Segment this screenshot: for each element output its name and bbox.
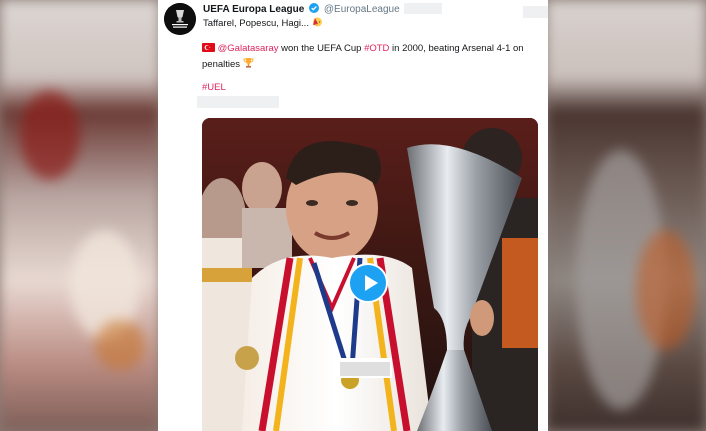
tweet-header: UEFA Europa League @EuropaLeague [203, 3, 443, 16]
subtitle-text: Taffarel, Popescu, Hagi... [203, 18, 309, 29]
hashtag-otd-link[interactable]: #OTD [364, 43, 389, 54]
redacted-area [523, 6, 548, 18]
turkey-flag-icon [202, 43, 215, 57]
account-name[interactable]: UEFA Europa League [203, 4, 304, 15]
verified-badge-icon [309, 3, 320, 13]
party-face-icon [312, 16, 323, 30]
europa-league-logo-icon [164, 3, 196, 35]
avatar[interactable] [164, 3, 196, 35]
background-left [0, 0, 160, 431]
account-handle[interactable]: @EuropaLeague [324, 4, 400, 15]
hashtag-uel-link[interactable]: #UEL [202, 82, 226, 93]
tweet-card: UEFA Europa League @EuropaLeague Taffare… [158, 0, 548, 431]
mention-link[interactable]: @Galatasaray [218, 43, 279, 54]
tweet-subtitle: Taffarel, Popescu, Hagi... [203, 16, 323, 30]
trophy-icon [243, 57, 254, 73]
play-button[interactable] [348, 263, 388, 303]
tweet-text-middle: won the UEFA Cup [278, 43, 365, 54]
tweet-text: @Galatasaray won the UEFA Cup #OTD in 20… [202, 42, 527, 73]
redacted-area [404, 3, 443, 14]
redacted-area [197, 96, 279, 108]
background-right [546, 0, 706, 431]
